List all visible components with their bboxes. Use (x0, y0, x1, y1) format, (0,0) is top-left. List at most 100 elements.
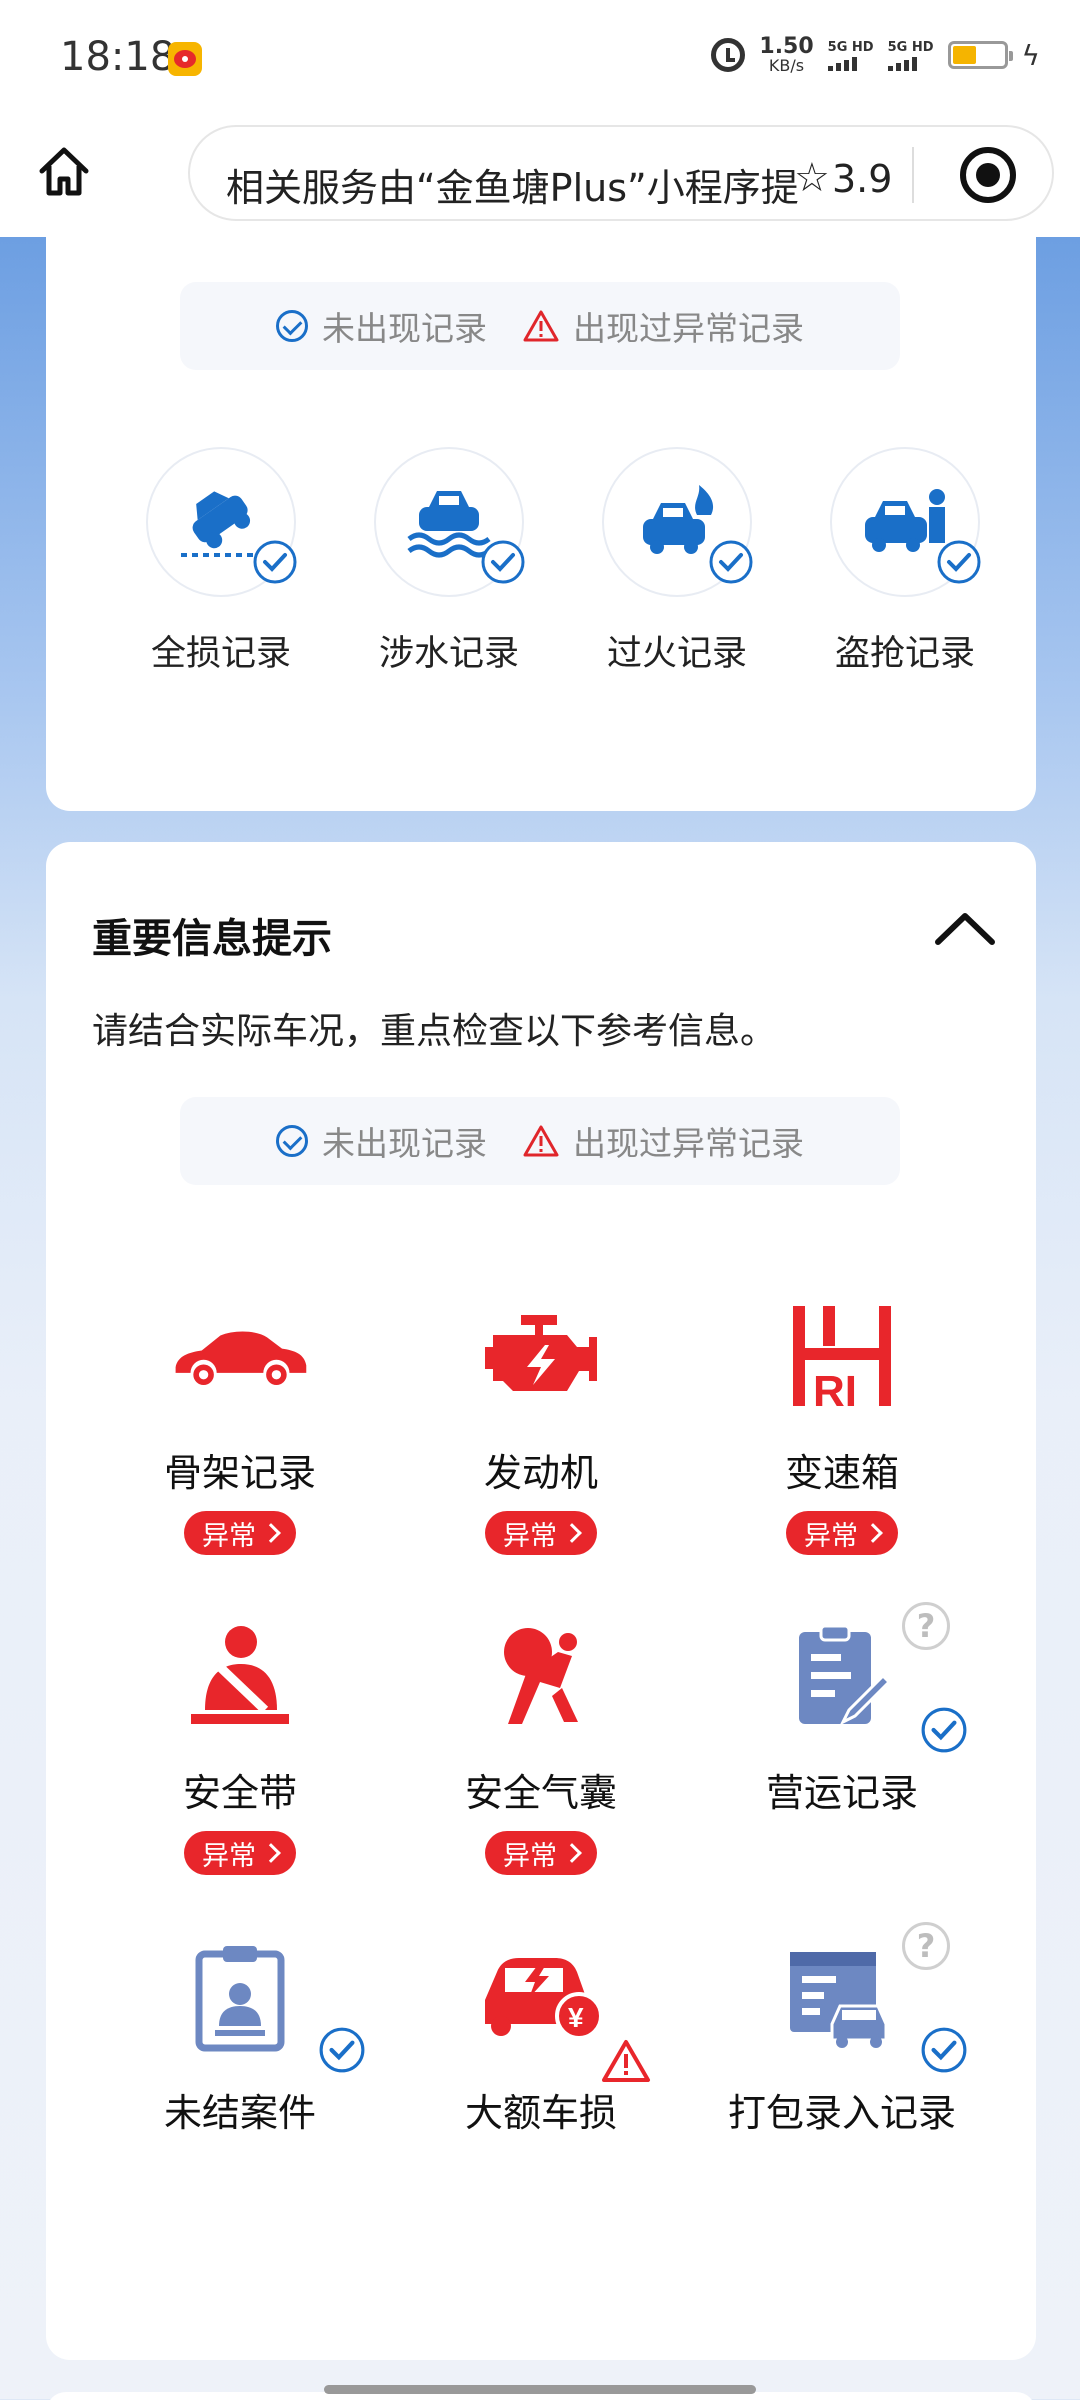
ok-check-badge-icon (920, 1706, 968, 1758)
abnormal-tag[interactable]: 异常 (786, 1511, 898, 1555)
record-total-loss[interactable]: 全损记录 (126, 447, 316, 676)
check-circle-icon (276, 1125, 308, 1157)
item-seatbelt-label: 安全带 (182, 1771, 297, 1815)
record-theft-label: 盗抢记录 (834, 634, 975, 674)
battery-icon (947, 41, 1013, 69)
airbag-icon (471, 1612, 611, 1742)
chevron-up-icon (935, 913, 995, 945)
chevron-right-icon (261, 1843, 281, 1863)
sim2-label: 5G HD (887, 39, 934, 55)
chevron-right-icon (562, 1843, 582, 1863)
item-major-damage-label: 大额车损 (464, 2091, 617, 2135)
item-engine-label: 发动机 (483, 1451, 598, 1495)
record-icon-row: 全损记录 涉水记录 过火记录 盗抢记录 (126, 447, 1026, 676)
item-engine[interactable]: 发动机 异常 (391, 1292, 691, 1582)
abnormal-tag-label: 异常 (503, 1520, 557, 1552)
network-speed: 1.50 KB/s (759, 36, 813, 74)
legend-ok: 未出现记录 (276, 302, 487, 350)
record-legend: 未出现记录 出现过异常记录 (180, 282, 900, 370)
version-label: 3.9 (832, 157, 893, 201)
record-total-loss-label: 全损记录 (150, 634, 291, 674)
ok-check-badge-icon (318, 2026, 366, 2078)
ok-check-badge-icon (708, 539, 754, 589)
home-indicator[interactable] (324, 2385, 756, 2394)
address-divider (912, 147, 914, 203)
home-button[interactable] (32, 139, 96, 203)
record-flood[interactable]: 涉水记录 (354, 447, 544, 676)
item-airbag-label: 安全气囊 (464, 1771, 617, 1815)
theft-icon (830, 447, 982, 597)
record-card: 未出现记录 出现过异常记录 全损记录 涉水记录 过火记录 盗抢记录 (46, 237, 1036, 811)
item-airbag[interactable]: 安全气囊 异常 (391, 1612, 691, 1902)
warning-triangle-icon (523, 1125, 559, 1157)
item-operation[interactable]: ? 营运记录 (692, 1602, 992, 1902)
abnormal-tag-label: 异常 (202, 1840, 256, 1872)
record-theft[interactable]: 盗抢记录 (810, 447, 1000, 676)
warning-triangle-icon (523, 310, 559, 342)
help-question-icon[interactable]: ? (902, 1922, 950, 1970)
alarm-icon (711, 38, 746, 72)
legend-abnormal-label: 出现过异常记录 (573, 309, 804, 348)
status-time: 18:18 (60, 34, 176, 80)
engine-icon (471, 1292, 611, 1422)
abnormal-tag-label: 异常 (804, 1520, 858, 1552)
abnormal-tag[interactable]: 异常 (485, 1831, 597, 1875)
signal-sim1-icon: 5G HD (827, 40, 874, 71)
address-bar[interactable]: 相关服务由“金鱼塘Plus”小程序提 ☆ 3.9 (188, 125, 1054, 221)
important-info-card: 重要信息提示 请结合实际车况，重点检查以下参考信息。 未出现记录 出现过异常记录 (46, 842, 1036, 2360)
item-package-record[interactable]: ? 打包录入记录 (692, 1922, 992, 2222)
record-fire-label: 过火记录 (606, 634, 747, 674)
chevron-right-icon (562, 1523, 582, 1543)
flood-icon (374, 447, 525, 597)
record-fire[interactable]: 过火记录 (582, 447, 772, 676)
seatbelt-icon (170, 1612, 310, 1742)
check-circle-icon (276, 310, 308, 342)
network-speed-unit: KB/s (768, 56, 805, 75)
address-text: 相关服务由“金鱼塘Plus”小程序提 (226, 166, 799, 210)
item-major-damage[interactable]: ¥ 大额车损 (391, 1932, 691, 2222)
status-bar: 18:18 1.50 KB/s 5G HD 5G HD ϟ (0, 0, 1080, 115)
fire-icon (602, 447, 754, 597)
network-speed-value: 1.50 (759, 34, 814, 59)
item-seatbelt[interactable]: 安全带 异常 (90, 1612, 390, 1902)
abnormal-tag[interactable]: 异常 (184, 1511, 296, 1555)
legend-ok: 未出现记录 (276, 1117, 487, 1165)
section-subtitle: 请结合实际车况，重点检查以下参考信息。 (92, 1011, 777, 1052)
weibo-notification-icon (168, 42, 202, 76)
warning-triangle-icon (601, 2038, 651, 2088)
abnormal-tag-label: 异常 (202, 1520, 256, 1552)
package-record-icon: ? (772, 1922, 967, 2073)
record-flood-label: 涉水记录 (378, 634, 519, 674)
section-title: 重要信息提示 (92, 916, 332, 962)
item-gearbox-label: 变速箱 (784, 1451, 899, 1495)
total-loss-icon (146, 447, 298, 597)
ok-check-badge-icon (936, 539, 982, 589)
legend-ok-label: 未出现记录 (322, 309, 487, 348)
item-gearbox[interactable]: RI 变速箱 异常 (692, 1292, 992, 1582)
ok-check-badge-icon (252, 539, 298, 589)
important-legend: 未出现记录 出现过异常记录 (180, 1097, 900, 1185)
collapse-button[interactable] (930, 904, 1000, 954)
svg-text:¥: ¥ (568, 2002, 584, 2033)
abnormal-tag[interactable]: 异常 (485, 1511, 597, 1555)
legend-abnormal: 出现过异常记录 (523, 302, 804, 350)
legend-ok-label: 未出现记录 (322, 1124, 487, 1163)
abnormal-tag-label: 异常 (503, 1840, 557, 1872)
ok-check-badge-icon (920, 2026, 968, 2078)
case-file-icon (170, 1932, 365, 2073)
signal-sim2-icon: 5G HD (887, 39, 934, 71)
car-damage-icon: ¥ (471, 1932, 650, 2082)
item-package-record-label: 打包录入记录 (727, 2091, 956, 2135)
item-frame-label: 骨架记录 (163, 1451, 316, 1495)
clipboard-icon: ? (772, 1602, 967, 1753)
legend-abnormal-label: 出现过异常记录 (573, 1124, 804, 1163)
item-frame[interactable]: 骨架记录 异常 (90, 1292, 390, 1582)
item-operation-label: 营运记录 (765, 1771, 918, 1815)
miniprogram-target-button[interactable] (960, 147, 1016, 203)
item-open-case[interactable]: 未结案件 (90, 1932, 390, 2222)
abnormal-tag[interactable]: 异常 (184, 1831, 296, 1875)
help-question-icon[interactable]: ? (902, 1602, 950, 1650)
home-icon (39, 147, 89, 196)
car-frame-icon (170, 1292, 310, 1422)
favorite-star-icon[interactable]: ☆ (794, 155, 830, 201)
